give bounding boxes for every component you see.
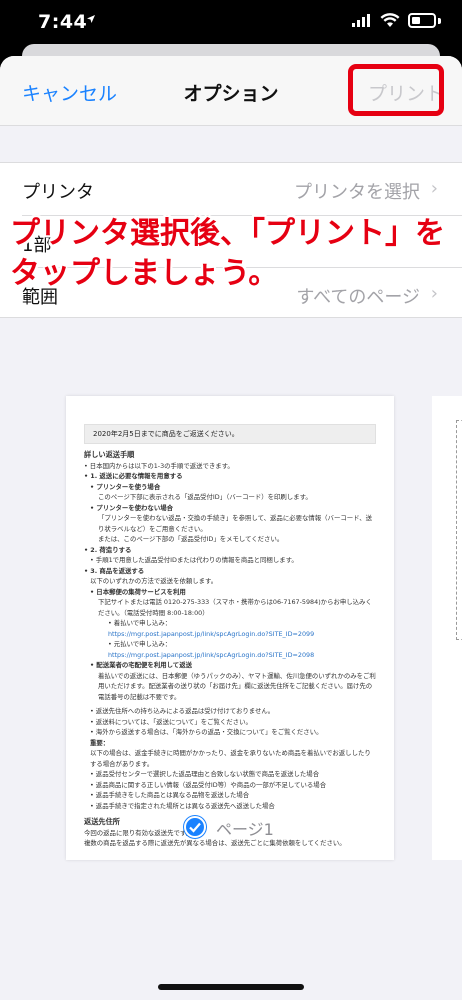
doc-line: • 日本郵便の集荷サービスを利用 [90, 587, 186, 596]
dashed-box [456, 420, 462, 640]
doc-line: • プリンターを使わない場合 [90, 503, 173, 512]
doc-line: • 1. 返送に必要な情報を用意する [84, 472, 183, 480]
checkmark-icon[interactable] [184, 816, 206, 838]
page-preview[interactable]: 2020年2月5日までに商品をご返送ください。 詳しい返送手順 • 日本国内から… [66, 396, 394, 860]
annotation-line: タップしましょう。 [10, 256, 279, 291]
doc-line: • 返送料については、「返送について」をご覧ください。 [90, 717, 252, 726]
doc-line: 着払いでの返送には、日本郵便（ゆうパックのみ）、ヤマト運輸、佐川急便のいずれかの… [98, 671, 376, 701]
doc-line: 以下のいずれかの方法で返送を依頼します。 [90, 577, 218, 585]
doc-line: • 返品商品に関する正しい情報（返品受付ID等）や商品の一部が不足している場合 [90, 780, 327, 789]
print-options-sheet: キャンセル オプション プリント プリンタ プリンタを選択 › 1部 範囲 すべ… [0, 56, 462, 1000]
location-icon [87, 15, 95, 23]
return-deadline: 2020年2月5日までに商品をご返送ください。 [84, 424, 376, 444]
doc-line: • 3. 商品を返送する [84, 566, 145, 575]
doc-line: • 海外から返送する場合は、「海外からの返品・交換について」をご覧ください。 [90, 728, 323, 736]
battery-tip [438, 18, 441, 24]
screen: 7:44 キャンセル オプション プリント プリンタ プリンタを選択 › 1部 … [0, 0, 462, 1000]
doc-line: • 配送業者の宅配便を利用して返送 [90, 661, 192, 669]
status-time: 7:44 [38, 11, 88, 33]
print-button-highlight [348, 64, 444, 116]
doc-line: 以下の場合は、返金手続きに時間がかかったり、返金を承りないため商品を着払いでお返… [90, 749, 371, 768]
signal-icon [352, 14, 370, 27]
doc-line: • プリンターを使う場合 [90, 482, 161, 491]
doc-link[interactable]: https://mgr.post.japanpost.jp/link/spcAg… [84, 650, 376, 661]
doc-line: このページ下部に表示される「返品受付ID」（バーコード）を印刷します。 [98, 493, 312, 501]
status-bar: 7:44 [0, 0, 462, 44]
doc-line: • 返送先住所への持ち込みによる返品は受け付けておりません。 [90, 707, 275, 715]
printer-row[interactable]: プリンタ プリンタを選択 › [0, 163, 462, 215]
wifi-icon [380, 13, 400, 27]
doc-line: • 返品手続きをした商品とは異なる品物を返送した場合 [90, 791, 250, 799]
battery-icon [408, 13, 436, 28]
doc-line: • 元払いで申し込み： [108, 640, 172, 648]
doc-line: • 返品手続きで指定された場所とは異なる返送先へ返送した場合 [90, 801, 275, 810]
home-indicator[interactable] [158, 984, 304, 990]
annotation-line: プリンタ選択後、「プリント」を [10, 216, 445, 251]
doc-line: 重要： [90, 738, 110, 747]
doc-line: • 日本国内からは以下の1-3の手順で返送できます。 [84, 461, 234, 470]
nav-bar: キャンセル オプション プリント [0, 56, 462, 126]
printer-label: プリンタ [22, 182, 94, 203]
doc-link[interactable]: https://mgr.post.japanpost.jp/link/spcAg… [84, 629, 376, 640]
next-page-preview[interactable] [432, 396, 462, 860]
document-content: 2020年2月5日までに商品をご返送ください。 詳しい返送手順 • 日本国内から… [84, 424, 376, 849]
doc-line: • 着払いで申し込み： [108, 619, 172, 627]
instruction-annotation: プリンタ選択後、「プリント」を タップしましょう。 [10, 214, 460, 294]
chevron-right-icon: › [430, 178, 438, 199]
printer-value: プリンタを選択 [294, 182, 420, 203]
doc-line: 「プリンターを使わない返品・交換の手続き」を参照して、返品に必要な情報（バーコー… [98, 514, 373, 533]
doc-line: • 返品受付センターで選択した返品理由と合致しない状態で商品を返送した場合 [90, 770, 320, 778]
doc-line: • 2. 荷造りする [84, 545, 132, 554]
doc-line: 下記サイトまたは電話 0120-275-333（スマホ・携帯からは06-7167… [98, 598, 372, 617]
section-heading: 詳しい返送手順 [84, 450, 135, 459]
doc-line: • 手順1で用意した返品受付IDまたは代わりの情報を商品と同梱します。 [90, 556, 298, 564]
page-label: ページ1 [216, 820, 274, 839]
doc-line: または、このページ下部の「返品受付ID」をメモしてください。 [98, 535, 284, 543]
